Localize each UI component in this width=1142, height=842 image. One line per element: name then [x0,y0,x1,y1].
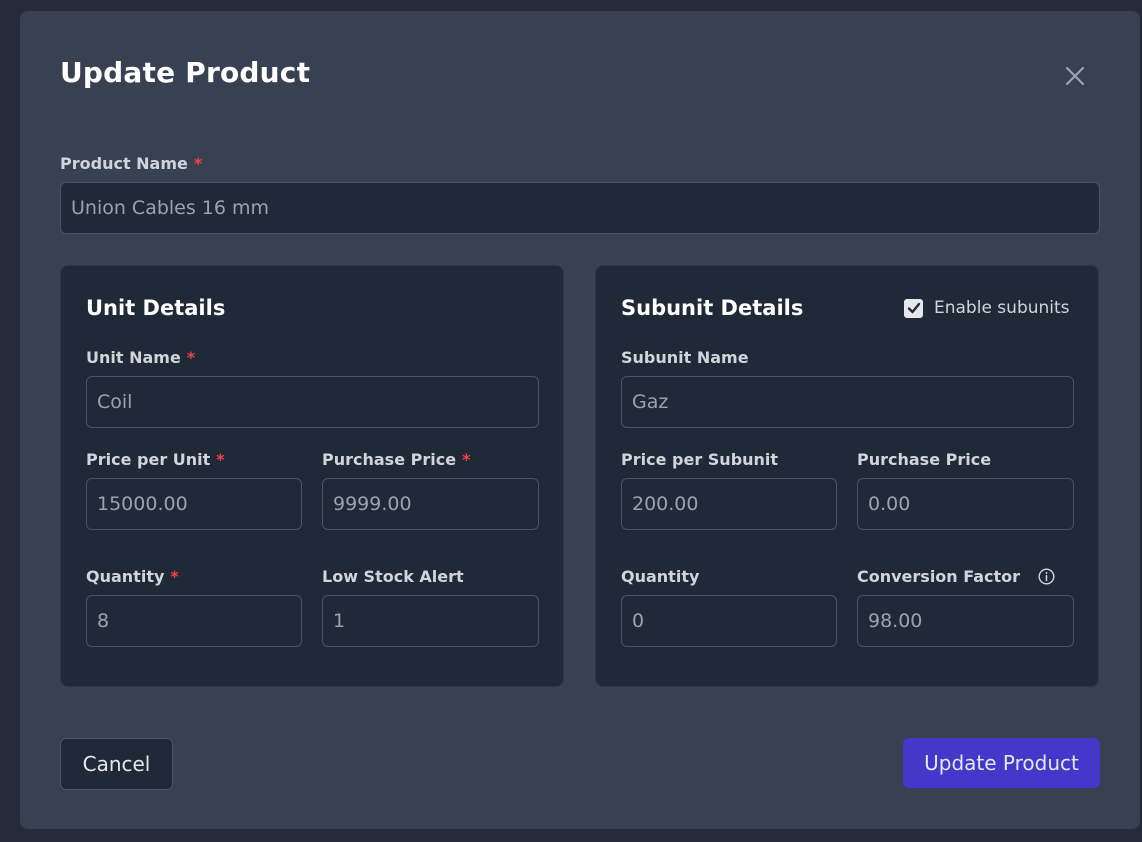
unit-purchase-price-label-text: Purchase Price [322,450,457,469]
subunit-quantity-input[interactable] [621,595,837,647]
required-marker: * [193,154,203,173]
subunit-details-panel: Subunit Details Enable subunits Subunit … [595,265,1099,687]
unit-name-label-text: Unit Name [86,348,181,367]
update-product-modal: Update Product Product Name * Unit Detail… [20,11,1140,829]
subunit-name-input[interactable] [621,376,1074,428]
cancel-button[interactable]: Cancel [60,738,173,790]
required-marker: * [186,348,196,367]
price-per-unit-input[interactable] [86,478,302,530]
unit-quantity-input[interactable] [86,595,302,647]
enable-subunits-checkbox[interactable] [904,298,923,318]
unit-name-label: Unit Name * [86,348,195,367]
unit-purchase-price-input[interactable] [322,478,539,530]
unit-details-title: Unit Details [86,296,226,320]
info-icon[interactable] [1038,567,1055,585]
unit-quantity-label-text: Quantity [86,567,165,586]
enable-subunits-label: Enable subunits [934,298,1070,318]
product-name-label-text: Product Name [60,154,188,173]
required-marker: * [216,450,225,469]
unit-details-panel: Unit Details Unit Name* Price per Unit* … [60,265,564,687]
subunit-name-label: Subunit Name [621,348,749,367]
required-marker: * [170,567,179,586]
low-stock-alert-label: Low Stock Alert [322,567,464,586]
price-per-unit-label-text: Price per Unit [86,450,211,469]
close-button[interactable] [1060,61,1090,91]
check-icon [907,302,920,314]
product-name-input[interactable] [60,182,1100,234]
subunit-details-title: Subunit Details [621,296,804,320]
product-name-label: Product Name * [60,154,202,173]
price-per-subunit-label: Price per Subunit [621,450,779,469]
required-marker: * [462,450,471,469]
unit-purchase-price-label: Purchase Price * [322,450,470,469]
enable-subunits-toggle[interactable]: Enable subunits [904,298,1070,318]
unit-name-input[interactable] [86,376,539,428]
subunit-purchase-price-label: Purchase Price [857,450,992,469]
unit-quantity-label: Quantity * [86,567,179,586]
conversion-factor-label: Conversion Factor [857,567,1055,586]
modal-title: Update Product [60,56,311,89]
update-product-button[interactable]: Update Product [903,738,1100,788]
subunit-purchase-price-input[interactable] [857,478,1074,530]
price-per-unit-label: Price per Unit * [86,450,225,469]
conversion-factor-input[interactable] [857,595,1074,647]
close-icon [1065,66,1085,86]
price-per-subunit-input[interactable] [621,478,837,530]
conversion-factor-label-text: Conversion Factor [857,567,1021,586]
subunit-quantity-label: Quantity [621,567,700,586]
low-stock-alert-input[interactable] [322,595,539,647]
